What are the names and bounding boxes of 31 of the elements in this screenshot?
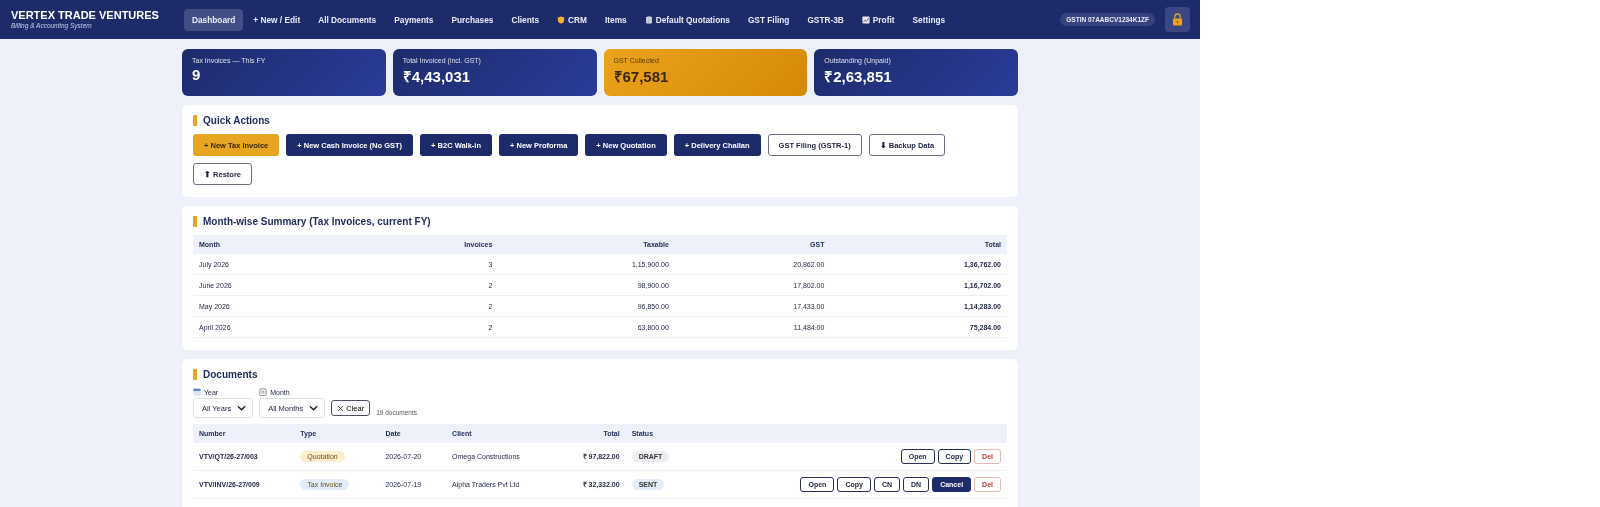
stat-value: ₹4,43,031 [402, 67, 472, 86]
nav-tab[interactable]: Payments [386, 8, 442, 31]
calendar-icon [259, 388, 268, 396]
chevron-icon [237, 405, 247, 411]
clipboard-icon [644, 15, 653, 24]
nav-tab[interactable]: Profit [853, 8, 903, 31]
shield-icon [557, 15, 566, 24]
nav-tab[interactable]: Clients [503, 8, 548, 31]
nav-tab[interactable]: Items [597, 8, 635, 31]
calendar-icon [193, 388, 201, 396]
close-icon [337, 404, 345, 412]
nav-tab[interactable]: Default Quotations [636, 8, 738, 31]
stat-value: 9 [192, 66, 202, 83]
stat-value: ₹67,581 [613, 67, 670, 86]
nav-tab[interactable]: All Documents [310, 8, 385, 31]
brand-title: VERTEX TRADE VENTURES [11, 9, 160, 22]
nav-tab[interactable]: GST Filing [739, 8, 798, 31]
lock-button[interactable] [1165, 7, 1190, 32]
lock-icon [1172, 13, 1183, 26]
chevron-icon [309, 405, 319, 411]
stat-value: ₹2,63,851 [824, 67, 893, 86]
section-title: Month-wise Summary (Tax Invoices, current FY) [193, 216, 1007, 227]
nav-tab[interactable]: Settings [904, 8, 954, 31]
nav-tab[interactable]: + New / Edit [245, 8, 309, 31]
nav-tab[interactable]: CRM [549, 8, 595, 31]
section-title: Quick Actions [193, 115, 1007, 126]
nav-tab[interactable]: GSTR-3B [799, 8, 852, 31]
section-title: Documents [193, 369, 1007, 380]
nav-tab[interactable]: Dashboard [184, 8, 244, 31]
chart-icon [861, 15, 870, 24]
nav-tab[interactable]: Purchases [443, 8, 502, 31]
